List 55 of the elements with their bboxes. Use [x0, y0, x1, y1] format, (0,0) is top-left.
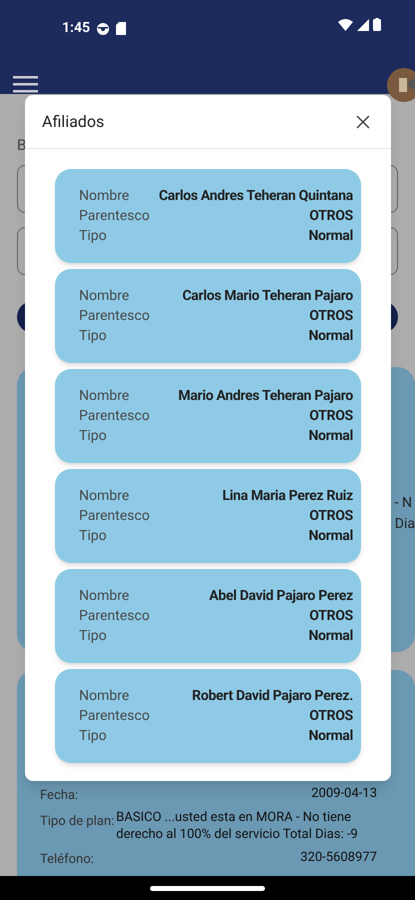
menu-icon[interactable] [13, 76, 38, 94]
card-text: - N [394, 494, 412, 513]
field-label: Nombre [79, 386, 130, 406]
signal-icon [357, 18, 369, 30]
field-value: Mario Andres Teheran Pajaro [178, 386, 353, 406]
field-label: Tipo [79, 726, 107, 746]
field-value: Robert David Pajaro Perez. [192, 686, 353, 706]
status-time: 1:45 [62, 19, 90, 38]
field-label: Parentesco [79, 306, 150, 326]
field-label: Tipo [79, 526, 107, 546]
field-value: OTROS [309, 206, 353, 226]
field-value: OTROS [309, 706, 353, 726]
card-text: Dia [394, 515, 415, 534]
steering-wheel-icon [96, 22, 110, 36]
field-label: Tipo [79, 226, 107, 246]
field-label: Parentesco [79, 506, 150, 526]
wifi-icon [338, 18, 353, 30]
field-value: Carlos Andres Teheran Quintana [158, 186, 353, 206]
avatar-icon[interactable] [387, 68, 415, 102]
field-label: Nombre [79, 186, 130, 206]
field-value: Normal [308, 526, 353, 546]
field-label: Parentesco [79, 406, 150, 426]
field-value: OTROS [309, 606, 353, 626]
section-heading: B [17, 135, 28, 156]
field-label: Tipo de plan: [40, 813, 114, 831]
field-value: Abel David Pajaro Perez [209, 586, 353, 606]
field-label: Parentesco [79, 206, 150, 226]
field-label: Tipo [79, 326, 107, 346]
field-value: Normal [308, 426, 353, 446]
field-value: Normal [308, 726, 353, 746]
field-label: Fecha: [40, 786, 78, 804]
field-label: Nombre [79, 486, 130, 506]
field-label: Nombre [79, 586, 130, 606]
field-value: OTROS [309, 406, 353, 426]
field-label: Tipo [79, 626, 107, 646]
field-label: Nombre [79, 286, 130, 306]
field-value: 2009-04-13 [310, 784, 378, 802]
field-value: Normal [308, 626, 353, 646]
field-label: Teléfono: [40, 851, 94, 869]
battery-icon [373, 18, 381, 31]
home-indicator[interactable] [150, 886, 265, 890]
field-label: Parentesco [79, 706, 150, 726]
field-value: Carlos Mario Teheran Pajaro [182, 286, 353, 306]
sd-card-icon [116, 22, 126, 35]
field-value: OTROS [309, 306, 353, 326]
field-label: Nombre [79, 686, 130, 706]
field-value: 320-5608977 [299, 849, 378, 866]
field-value: BASICO ...usted esta en MORA - No tiene derecho al 100% del servicio Total Dias: -9 [116, 809, 359, 843]
field-value: Normal [308, 326, 353, 346]
field-value: OTROS [309, 506, 353, 526]
field-value: Normal [308, 226, 353, 246]
modal-title: Afiliados [42, 110, 104, 132]
field-label: Parentesco [79, 606, 150, 626]
field-value: Lina Maria Perez Ruiz [222, 486, 353, 506]
field-label: Tipo [79, 426, 107, 446]
